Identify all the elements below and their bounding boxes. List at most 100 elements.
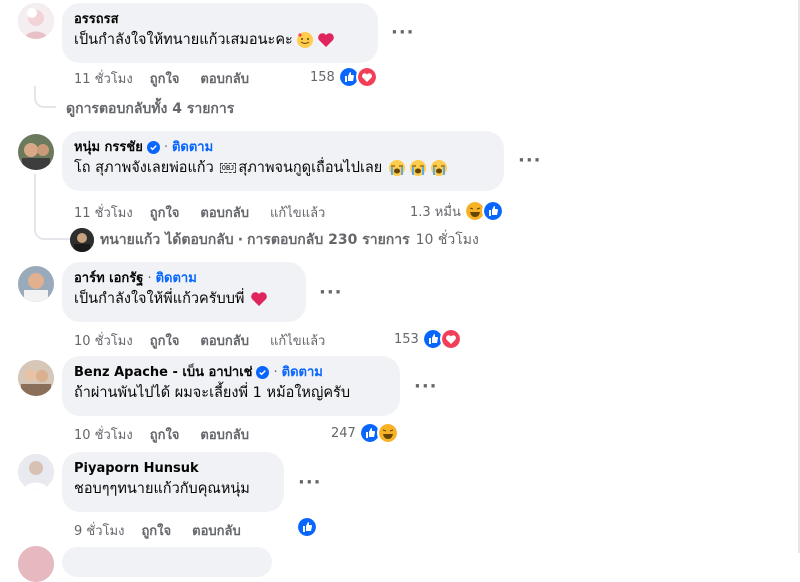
more-options-button[interactable]: ··· [298,474,322,492]
comment-time[interactable]: 9 ชั่วโมง [74,520,124,541]
comment-item: Piyaporn Hunsuk ชอบๆๆทนายแก้วกับคุณหนุ่ม… [0,452,790,542]
separator-dot: · [273,365,278,380]
separator-dot: · [237,232,244,248]
reply-button[interactable]: ตอบกลับ [200,424,249,445]
loudly-crying-face-icon [410,160,427,176]
like-button[interactable]: ถูกใจ [150,424,180,445]
object-replacement-glyph: OBJ [219,163,237,173]
reaction-summary[interactable]: 247 [331,422,399,444]
more-options-button[interactable]: ··· [319,284,343,302]
follow-button[interactable]: ติดตาม [156,270,197,287]
like-button[interactable]: ถูกใจ [150,68,180,89]
comment-actions: 10 ชั่วโมง ถูกใจ ตอบกลับ แก้ไขแล้ว [74,330,346,351]
comment-author[interactable]: อรรถรส [74,11,366,28]
reply-button[interactable]: ตอบกลับ [200,202,249,223]
comment-text: ชอบๆๆทนายแก้วกับคุณหนุ่ม [74,479,272,499]
reply-summary[interactable]: ทนายแก้ว ได้ตอบกลับ · การตอบกลับ 230 ราย… [70,228,479,252]
edited-label: แก้ไขแล้ว [270,206,326,221]
avatar[interactable] [18,360,54,396]
avatar[interactable] [18,134,54,170]
verified-badge-icon [146,141,160,154]
comment-bubble: Piyaporn Hunsuk ชอบๆๆทนายแก้วกับคุณหนุ่ม [62,452,284,512]
comment-item: อาร์ท เอกรัฐ · ติดตาม เป็นกำลังใจให้พี่แ… [0,262,790,352]
comment-text-content: โถ สุภาพจังเลยพ่อแก้ว [74,160,214,176]
avatar [70,228,94,252]
reaction-count: 158 [310,69,335,85]
comment-text: ถ้าผ่านพันไปได้ ผมจะเลี้ยงพี่ 1 หม้อใหญ่… [74,383,388,403]
comment-bubble: Benz Apache - เบ็น อาปาเช่ · ติดตาม ถ้าผ… [62,356,400,416]
reaction-summary[interactable]: 153 [394,328,462,350]
comment-text: เป็นกำลังใจให้พี่แก้วครับบพี่ [74,289,294,309]
reply-author[interactable]: ทนายแก้ว [100,229,160,251]
avatar[interactable] [18,454,54,490]
verified-badge-icon [256,366,270,379]
view-replies-link[interactable]: ดูการตอบกลับทั้ง 4 รายการ [66,98,234,120]
separator-dot: · [163,140,168,155]
smiling-face-with-hearts-icon [296,32,313,48]
like-button[interactable]: ถูกใจ [150,330,180,351]
thread-line [34,216,70,240]
like-reaction-icon [481,200,504,222]
avatar[interactable] [18,546,54,582]
comment-author[interactable]: Piyaporn Hunsuk [74,460,272,477]
comment-text-content: เป็นกำลังใจให้ทนายแก้วเสมอนะคะ [74,32,293,48]
heart-icon [318,33,334,47]
comment-text: โถ สุภาพจังเลยพ่อแก้ว OBJ สุภาพจนกูดูเถื… [74,158,492,178]
comment-bubble [62,547,272,577]
comment-time[interactable]: 11 ชั่วโมง [74,202,133,223]
follow-button[interactable]: ติดตาม [172,139,213,156]
comment-text-content: ถ้าผ่านพันไปได้ ผมจะเลี้ยงพี่ 1 หม้อใหญ่… [74,385,351,401]
comment-author[interactable]: Benz Apache - เบ็น อาปาเช่ [74,364,252,381]
comment-author-row: Benz Apache - เบ็น อาปาเช่ · ติดตาม [74,364,388,381]
comment-item: หนุ่ม กรรชัย · ติดตาม โถ สุภาพจังเลยพ่อแ… [0,128,790,258]
reaction-summary[interactable]: 1.3 หมื่น [410,200,504,222]
avatar[interactable] [18,266,54,302]
loudly-crying-face-icon [431,160,448,176]
like-button[interactable]: ถูกใจ [150,202,180,223]
like-button[interactable]: ถูกใจ [141,520,171,541]
comment-text-content-2: สุภาพจนกูดูเถื่อนไปเลย [238,160,383,176]
comment-actions: 9 ชั่วโมง ถูกใจ ตอบกลับ [74,520,262,541]
comment-author-row: อาร์ท เอกรัฐ · ติดตาม [74,270,294,287]
comment-time[interactable]: 10 ชั่วโมง [74,424,133,445]
reply-count[interactable]: การตอบกลับ 230 รายการ [247,229,410,251]
reaction-summary[interactable] [296,516,318,538]
thread-line [34,86,56,108]
comment-bubble: หนุ่ม กรรชัย · ติดตาม โถ สุภาพจังเลยพ่อแ… [62,131,504,191]
comment-text-content: ชอบๆๆทนายแก้วกับคุณหนุ่ม [74,481,250,497]
comment-actions: 11 ชั่วโมง ถูกใจ ตอบกลับ [74,68,270,89]
haha-reaction-icon [376,422,399,444]
follow-button[interactable]: ติดตาม [282,364,323,381]
comment-author[interactable]: อาร์ท เอกรัฐ [74,270,143,287]
reaction-count: 1.3 หมื่น [410,204,461,220]
separator-dot: · [147,271,152,286]
love-reaction-icon [439,328,462,350]
reply-button[interactable]: ตอบกลับ [200,330,249,351]
comment-actions: 10 ชั่วโมง ถูกใจ ตอบกลับ [74,424,270,445]
edited-label: แก้ไขแล้ว [270,334,326,349]
comment-item: Benz Apache - เบ็น อาปาเช่ · ติดตาม ถ้าผ… [0,356,790,446]
more-options-button[interactable]: ··· [391,24,415,42]
comment-bubble: อาร์ท เอกรัฐ · ติดตาม เป็นกำลังใจให้พี่แ… [62,262,306,322]
comment-time[interactable]: 10 ชั่วโมง [74,330,133,351]
reply-time: 10 ชั่วโมง [415,232,479,248]
like-reaction-icon [296,516,318,538]
more-options-button[interactable]: ··· [518,152,542,170]
reply-button[interactable]: ตอบกลับ [192,520,241,541]
reply-button[interactable]: ตอบกลับ [200,68,249,89]
comment-item: อรรถรส เป็นกำลังใจให้ทนายแก้วเสมอนะคะ ··… [0,0,790,120]
love-reaction-icon [355,66,378,88]
comment-time[interactable]: 11 ชั่วโมง [74,68,133,89]
comment-author[interactable]: หนุ่ม กรรชัย [74,139,143,156]
reply-action: ได้ตอบกลับ [165,232,234,248]
comment-text: เป็นกำลังใจให้ทนายแก้วเสมอนะคะ [74,30,366,50]
reaction-summary[interactable]: 158 [310,66,378,88]
comment-actions: 11 ชั่วโมง ถูกใจ ตอบกลับ แก้ไขแล้ว [74,202,346,223]
heart-icon [251,292,268,306]
comment-text-content: เป็นกำลังใจให้พี่แก้วครับบพี่ [74,291,245,307]
comment-author-row: หนุ่ม กรรชัย · ติดตาม [74,139,492,156]
reaction-count: 247 [331,425,356,441]
more-options-button[interactable]: ··· [414,378,438,396]
avatar[interactable] [18,3,54,39]
comment-bubble: อรรถรส เป็นกำลังใจให้ทนายแก้วเสมอนะคะ [62,3,378,63]
